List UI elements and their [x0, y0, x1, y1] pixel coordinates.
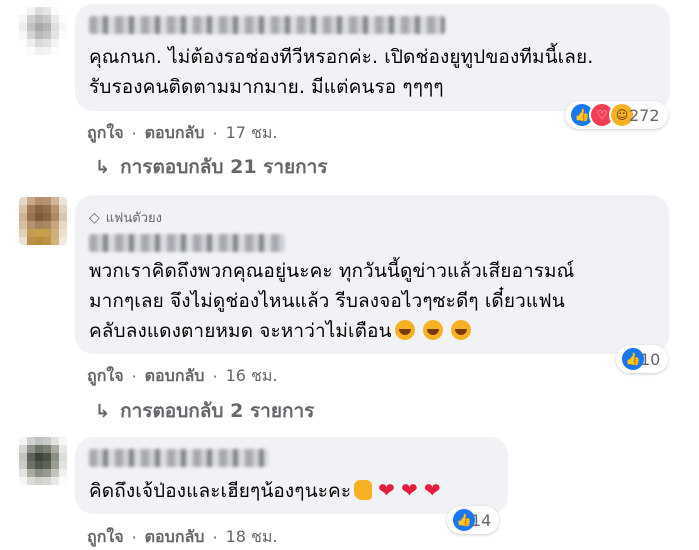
avatar[interactable]: [19, 197, 67, 245]
red-heart-emoji-icon: ❤: [378, 478, 395, 502]
reaction-summary[interactable]: 👍 ♡ ☺ 272: [565, 101, 668, 129]
like-button[interactable]: ถูกใจ: [87, 121, 124, 146]
comment-bubble: ◇ แฟนตัวยง พวกเราคิดถึงพวกคุณอยู่นะคะ ทุ…: [75, 195, 669, 354]
comment-bubble: คุณกนก. ไม่ต้องรอช่องทีวีหรอกค่ะ. เปิดช่…: [75, 4, 670, 111]
separator-dot: ·: [212, 124, 218, 143]
laughing-emoji-icon: [394, 320, 415, 340]
reaction-count: 14: [471, 510, 492, 530]
like-button[interactable]: ถูกใจ: [87, 525, 124, 550]
diamond-icon: ◇: [89, 209, 100, 226]
avatar[interactable]: [19, 7, 67, 55]
laughing-emoji-icon: [450, 320, 471, 340]
red-heart-emoji-icon: ❤: [400, 478, 418, 502]
separator-dot: ·: [131, 124, 137, 143]
separator-dot: ·: [212, 528, 218, 547]
like-button[interactable]: ถูกใจ: [87, 364, 124, 389]
reply-button[interactable]: ตอบกลับ: [145, 121, 205, 146]
separator-dot: ·: [131, 528, 137, 547]
separator-dot: ·: [131, 367, 137, 386]
comment-text: คิดถึงเจ้ป่องและเฮียๆน้องๆนะคะ ❤ ❤ ❤: [89, 475, 494, 506]
view-replies-label: การตอบกลับ 2 รายการ: [120, 400, 315, 422]
comment-text: คุณกนก. ไม่ต้องรอช่องทีวีหรอกค่ะ. เปิดช่…: [89, 46, 594, 98]
reply-button[interactable]: ตอบกลับ: [145, 364, 205, 389]
view-replies-link[interactable]: ↳ การตอบกลับ 2 รายการ: [95, 396, 314, 426]
red-heart-emoji-icon: ❤: [423, 478, 441, 502]
comment-actions: ถูกใจ · ตอบกลับ · 16 ชม.: [87, 364, 278, 389]
reply-button[interactable]: ตอบกลับ: [145, 525, 205, 550]
reply-arrow-icon: ↳: [95, 400, 111, 422]
comment-actions: ถูกใจ · ตอบกลับ · 17 ชม.: [87, 121, 278, 146]
timestamp[interactable]: 18 ชม.: [226, 525, 278, 550]
separator-dot: ·: [212, 367, 218, 386]
avatar[interactable]: [19, 437, 67, 485]
reaction-summary[interactable]: 👍 10: [616, 345, 669, 373]
timestamp[interactable]: 16 ชม.: [226, 364, 278, 389]
reaction-count: 10: [640, 349, 661, 369]
comment-text-body: พวกเราคิดถึงพวกคุณอยู่นะคะ ทุกวันนี้ดูข่…: [89, 260, 575, 342]
laughing-emoji-icon: [422, 320, 443, 340]
top-fan-badge[interactable]: ◇ แฟนตัวยง: [89, 207, 655, 228]
badge-label: แฟนตัวยง: [105, 211, 162, 226]
comment-bubble: คิดถึงเจ้ป่องและเฮียๆน้องๆนะคะ ❤ ❤ ❤: [75, 437, 508, 514]
view-replies-label: การตอบกลับ 21 รายการ: [120, 156, 328, 178]
reaction-count: 272: [629, 105, 660, 125]
author-name-blurred[interactable]: [89, 234, 285, 252]
timestamp[interactable]: 17 ชม.: [226, 121, 278, 146]
comment-text-body: คิดถึงเจ้ป่องและเฮียๆน้องๆนะคะ: [89, 480, 352, 502]
comment-text: พวกเราคิดถึงพวกคุณอยู่นะคะ ทุกวันนี้ดูข่…: [89, 256, 655, 346]
author-name-blurred[interactable]: [89, 16, 445, 34]
reply-arrow-icon: ↳: [95, 156, 111, 178]
author-name-blurred[interactable]: [89, 449, 269, 467]
reaction-summary[interactable]: 👍 14: [447, 506, 500, 534]
view-replies-link[interactable]: ↳ การตอบกลับ 21 รายการ: [95, 152, 328, 182]
rock-on-hand-emoji-icon: [354, 480, 373, 500]
comment-actions: ถูกใจ · ตอบกลับ · 18 ชม.: [87, 525, 278, 550]
